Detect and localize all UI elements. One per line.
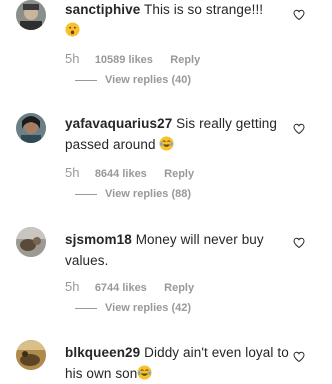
divider-line [75,307,97,309]
view-replies-button[interactable]: View replies (42) [75,302,191,318]
astonished-face-emoji-icon [65,22,80,37]
view-replies-button[interactable]: View replies (88) [75,188,191,204]
avatar[interactable] [16,340,46,370]
reply-button[interactable]: Reply [164,282,194,294]
comment-likes[interactable]: 6744 likes [95,282,147,294]
view-replies-label: View replies (42) [105,302,192,314]
heart-icon[interactable] [293,9,305,21]
heart-icon[interactable] [293,351,305,363]
reply-button[interactable]: Reply [170,54,200,66]
comment-body: yafavaquarius27 Sis really getting passe… [65,113,290,155]
avatar[interactable] [16,0,46,30]
comment-time: 5h [65,165,80,180]
comment-meta: 5h 10589 likes Reply [65,51,200,69]
view-replies-label: View replies (40) [105,74,192,86]
avatar[interactable] [16,113,46,143]
comment-body: blkqueen29 Diddy ain't even loyal to his… [65,342,290,384]
tears-of-joy-emoji-icon [137,365,152,380]
comment-text: This is so strange!!! [144,2,264,17]
comment-body: sanctiphive This is so strange!!! [65,0,290,41]
comment-meta: 5h 8644 likes Reply [65,165,194,183]
comment-likes[interactable]: 8644 likes [95,168,147,180]
comment-likes[interactable]: 10589 likes [95,54,153,66]
comment-username[interactable]: sjsmom18 [65,232,132,247]
comment-body: sjsmom18 Money will never buy values. [65,229,290,271]
comment-time: 5h [65,51,80,66]
tears-of-joy-emoji-icon [159,136,175,151]
comment-username[interactable]: sanctiphive [65,2,140,17]
comment-meta: 5h 6744 likes Reply [65,279,194,297]
heart-icon[interactable] [293,123,305,135]
view-replies-label: View replies (88) [105,188,192,200]
view-replies-button[interactable]: View replies (40) [75,74,191,90]
divider-line [75,193,97,195]
comment-time: 5h [65,279,80,294]
avatar[interactable] [16,227,46,257]
heart-icon[interactable] [293,237,305,249]
comment-username[interactable]: yafavaquarius27 [65,116,172,131]
comment-username[interactable]: blkqueen29 [65,345,140,360]
divider-line [75,79,97,81]
reply-button[interactable]: Reply [164,168,194,180]
